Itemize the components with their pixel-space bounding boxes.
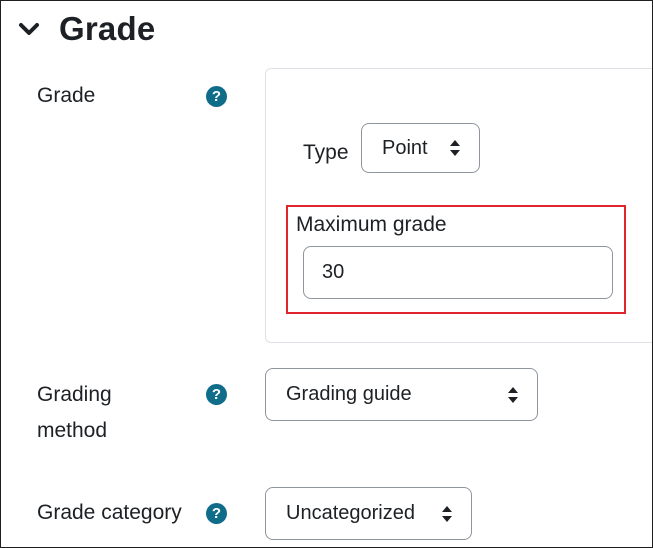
help-icon[interactable]: ?: [206, 503, 227, 524]
section-header[interactable]: Grade: [15, 7, 155, 51]
grade-label: Grade: [37, 84, 96, 107]
sort-arrows-icon: [508, 386, 518, 403]
maximum-grade-input[interactable]: [303, 246, 613, 299]
grade-category-select[interactable]: Uncategorized: [265, 487, 472, 540]
grading-method-label-line1: Grading: [37, 383, 112, 406]
help-icon[interactable]: ?: [206, 384, 227, 405]
maximum-grade-label: Maximum grade: [296, 213, 447, 236]
grading-method-select-value: Grading guide: [286, 383, 412, 405]
grade-settings-section: Grade Grade ? Type Point Maximum grade G…: [0, 0, 653, 548]
sort-arrows-icon: [450, 140, 460, 156]
type-select-value: Point: [382, 136, 428, 159]
section-title: Grade: [59, 10, 156, 47]
grading-method-select[interactable]: Grading guide: [265, 368, 538, 421]
grading-method-label-line2: method: [37, 419, 108, 442]
chevron-down-icon[interactable]: [15, 15, 43, 43]
grade-category-select-value: Uncategorized: [286, 502, 415, 524]
type-label: Type: [303, 141, 349, 164]
help-icon[interactable]: ?: [206, 86, 227, 107]
grade-category-label: Grade category: [37, 501, 182, 524]
type-select[interactable]: Point: [361, 123, 480, 173]
sort-arrows-icon: [442, 505, 452, 522]
